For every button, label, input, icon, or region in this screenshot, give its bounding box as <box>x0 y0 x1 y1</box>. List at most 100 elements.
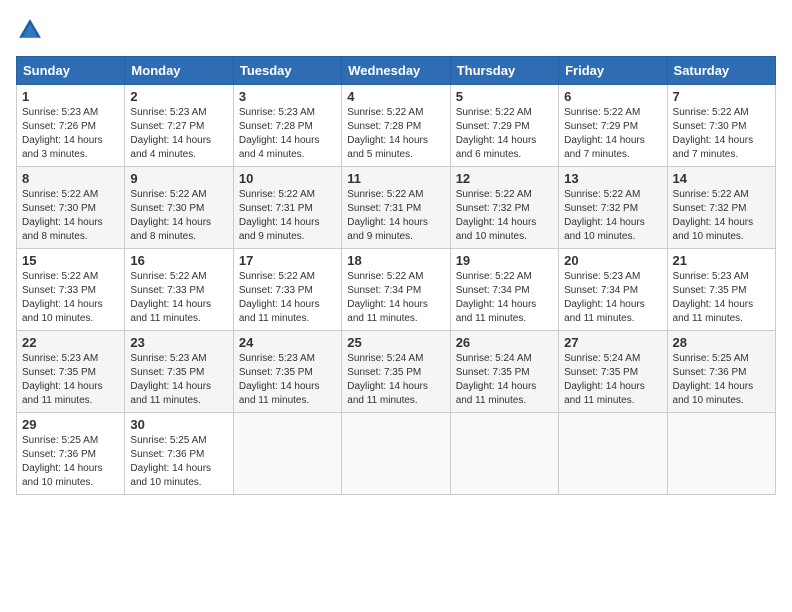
calendar-cell <box>450 413 558 495</box>
sunrise-label: Sunrise: <box>564 353 603 364</box>
day-number: 15 <box>22 253 119 268</box>
sunset-value: 7:36 PM <box>59 449 96 460</box>
calendar-cell: 1 Sunrise: 5:23 AM Sunset: 7:26 PM Dayli… <box>17 85 125 167</box>
calendar-week-row: 29 Sunrise: 5:25 AM Sunset: 7:36 PM Dayl… <box>17 413 776 495</box>
col-header-friday: Friday <box>559 57 667 85</box>
sunset-value: 7:31 PM <box>276 203 313 214</box>
sunrise-label: Sunrise: <box>347 271 386 282</box>
sunset-value: 7:30 PM <box>709 121 746 132</box>
sunset-label: Sunset: <box>564 121 601 132</box>
day-info: Sunrise: 5:22 AM Sunset: 7:31 PM Dayligh… <box>239 188 336 244</box>
day-info: Sunrise: 5:23 AM Sunset: 7:28 PM Dayligh… <box>239 106 336 162</box>
day-number: 18 <box>347 253 444 268</box>
day-number: 20 <box>564 253 661 268</box>
sunrise-label: Sunrise: <box>22 107 61 118</box>
daylight-label: Daylight: 14 hours and 7 minutes. <box>673 135 754 160</box>
calendar-cell: 12 Sunrise: 5:22 AM Sunset: 7:32 PM Dayl… <box>450 167 558 249</box>
day-info: Sunrise: 5:22 AM Sunset: 7:30 PM Dayligh… <box>22 188 119 244</box>
daylight-label: Daylight: 14 hours and 4 minutes. <box>130 135 211 160</box>
day-number: 8 <box>22 171 119 186</box>
calendar-week-row: 22 Sunrise: 5:23 AM Sunset: 7:35 PM Dayl… <box>17 331 776 413</box>
day-number: 4 <box>347 89 444 104</box>
sunrise-label: Sunrise: <box>347 189 386 200</box>
sunset-label: Sunset: <box>22 203 59 214</box>
daylight-label: Daylight: 14 hours and 11 minutes. <box>239 381 320 406</box>
day-number: 14 <box>673 171 770 186</box>
daylight-label: Daylight: 14 hours and 11 minutes. <box>130 381 211 406</box>
sunset-value: 7:35 PM <box>709 285 746 296</box>
daylight-label: Daylight: 14 hours and 11 minutes. <box>347 381 428 406</box>
day-info: Sunrise: 5:22 AM Sunset: 7:29 PM Dayligh… <box>564 106 661 162</box>
sunrise-label: Sunrise: <box>347 107 386 118</box>
calendar-cell: 21 Sunrise: 5:23 AM Sunset: 7:35 PM Dayl… <box>667 249 775 331</box>
day-number: 27 <box>564 335 661 350</box>
sunset-label: Sunset: <box>673 121 710 132</box>
day-info: Sunrise: 5:24 AM Sunset: 7:35 PM Dayligh… <box>564 352 661 408</box>
sunset-value: 7:33 PM <box>167 285 204 296</box>
day-info: Sunrise: 5:24 AM Sunset: 7:35 PM Dayligh… <box>347 352 444 408</box>
sunset-value: 7:34 PM <box>384 285 421 296</box>
sunrise-label: Sunrise: <box>564 107 603 118</box>
day-info: Sunrise: 5:22 AM Sunset: 7:30 PM Dayligh… <box>130 188 227 244</box>
sunrise-value: 5:22 AM <box>604 189 641 200</box>
calendar-cell: 28 Sunrise: 5:25 AM Sunset: 7:36 PM Dayl… <box>667 331 775 413</box>
sunrise-label: Sunrise: <box>673 189 712 200</box>
daylight-label: Daylight: 14 hours and 10 minutes. <box>22 299 103 324</box>
sunrise-value: 5:22 AM <box>604 107 641 118</box>
calendar-cell: 16 Sunrise: 5:22 AM Sunset: 7:33 PM Dayl… <box>125 249 233 331</box>
daylight-label: Daylight: 14 hours and 10 minutes. <box>673 217 754 242</box>
sunrise-value: 5:22 AM <box>387 107 424 118</box>
sunrise-label: Sunrise: <box>456 353 495 364</box>
calendar-cell <box>233 413 341 495</box>
sunrise-label: Sunrise: <box>130 189 169 200</box>
sunrise-label: Sunrise: <box>130 271 169 282</box>
daylight-label: Daylight: 14 hours and 11 minutes. <box>564 299 645 324</box>
sunrise-value: 5:23 AM <box>61 107 98 118</box>
sunset-label: Sunset: <box>239 367 276 378</box>
sunrise-value: 5:23 AM <box>61 353 98 364</box>
sunset-value: 7:35 PM <box>167 367 204 378</box>
sunset-value: 7:32 PM <box>492 203 529 214</box>
daylight-label: Daylight: 14 hours and 7 minutes. <box>564 135 645 160</box>
day-info: Sunrise: 5:22 AM Sunset: 7:28 PM Dayligh… <box>347 106 444 162</box>
daylight-label: Daylight: 14 hours and 10 minutes. <box>22 463 103 488</box>
sunset-label: Sunset: <box>130 285 167 296</box>
day-number: 5 <box>456 89 553 104</box>
sunrise-label: Sunrise: <box>130 107 169 118</box>
day-info: Sunrise: 5:25 AM Sunset: 7:36 PM Dayligh… <box>22 434 119 490</box>
sunrise-label: Sunrise: <box>130 353 169 364</box>
col-header-saturday: Saturday <box>667 57 775 85</box>
sunset-label: Sunset: <box>673 285 710 296</box>
calendar-cell: 17 Sunrise: 5:22 AM Sunset: 7:33 PM Dayl… <box>233 249 341 331</box>
sunrise-label: Sunrise: <box>456 271 495 282</box>
day-info: Sunrise: 5:22 AM Sunset: 7:33 PM Dayligh… <box>22 270 119 326</box>
day-number: 1 <box>22 89 119 104</box>
sunset-label: Sunset: <box>22 121 59 132</box>
calendar: SundayMondayTuesdayWednesdayThursdayFrid… <box>16 56 776 495</box>
calendar-cell <box>667 413 775 495</box>
sunset-label: Sunset: <box>456 285 493 296</box>
col-header-tuesday: Tuesday <box>233 57 341 85</box>
day-number: 12 <box>456 171 553 186</box>
calendar-cell: 6 Sunrise: 5:22 AM Sunset: 7:29 PM Dayli… <box>559 85 667 167</box>
day-info: Sunrise: 5:22 AM Sunset: 7:32 PM Dayligh… <box>564 188 661 244</box>
calendar-cell: 7 Sunrise: 5:22 AM Sunset: 7:30 PM Dayli… <box>667 85 775 167</box>
day-info: Sunrise: 5:23 AM Sunset: 7:26 PM Dayligh… <box>22 106 119 162</box>
day-number: 22 <box>22 335 119 350</box>
sunrise-label: Sunrise: <box>673 107 712 118</box>
daylight-label: Daylight: 14 hours and 10 minutes. <box>456 217 537 242</box>
sunset-label: Sunset: <box>673 203 710 214</box>
sunrise-value: 5:24 AM <box>495 353 532 364</box>
sunset-label: Sunset: <box>130 121 167 132</box>
sunrise-value: 5:24 AM <box>387 353 424 364</box>
daylight-label: Daylight: 14 hours and 11 minutes. <box>130 299 211 324</box>
sunset-label: Sunset: <box>22 449 59 460</box>
calendar-cell <box>342 413 450 495</box>
sunset-label: Sunset: <box>456 203 493 214</box>
sunset-value: 7:35 PM <box>384 367 421 378</box>
sunrise-value: 5:23 AM <box>712 271 749 282</box>
sunset-value: 7:30 PM <box>59 203 96 214</box>
sunrise-label: Sunrise: <box>673 271 712 282</box>
sunset-label: Sunset: <box>564 203 601 214</box>
calendar-cell: 15 Sunrise: 5:22 AM Sunset: 7:33 PM Dayl… <box>17 249 125 331</box>
